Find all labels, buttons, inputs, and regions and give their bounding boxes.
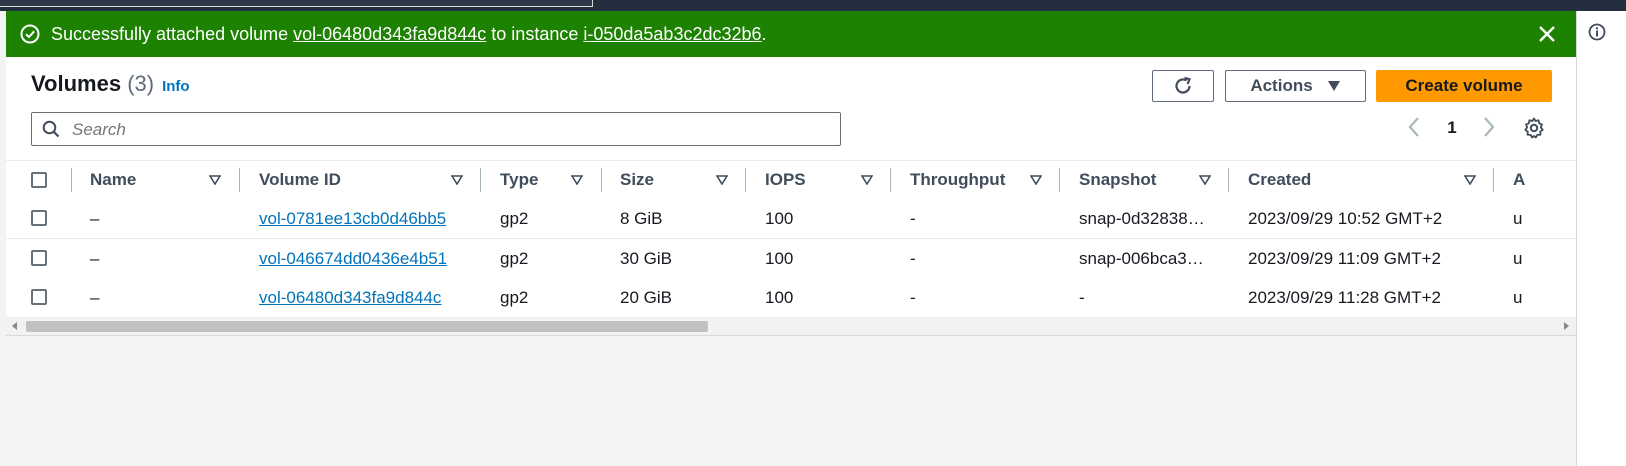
- column-header-type[interactable]: Type: [500, 161, 538, 199]
- column-separator: [239, 168, 240, 192]
- cell-name: –: [90, 209, 100, 228]
- cell-volume-id: vol-06480d343fa9d844c: [259, 278, 441, 317]
- volume-id-link[interactable]: vol-06480d343fa9d844c: [259, 288, 441, 307]
- sort-icon[interactable]: [1464, 175, 1476, 185]
- cell-snapshot: -: [1079, 288, 1085, 307]
- column-header-name[interactable]: Name: [90, 161, 136, 199]
- cell-type: gp2: [500, 209, 529, 228]
- select-all-checkbox[interactable]: [31, 172, 47, 188]
- cell-throughput: -: [910, 288, 916, 307]
- scrollbar-thumb[interactable]: [26, 321, 708, 332]
- page-title: Volumes (3) Info: [31, 71, 190, 97]
- sort-icon[interactable]: [1030, 175, 1042, 185]
- sort-icon[interactable]: [451, 175, 463, 185]
- page-number[interactable]: 1: [1442, 118, 1462, 138]
- caret-down-icon: [1327, 81, 1340, 91]
- volume-id-link[interactable]: vol-0781ee13cb0d46bb5: [259, 209, 446, 228]
- actions-label: Actions: [1250, 76, 1313, 95]
- column-header-iops[interactable]: IOPS: [765, 161, 806, 199]
- flash-message: Successfully attached volume vol-06480d3…: [51, 24, 767, 44]
- cell-iops: 100: [765, 249, 794, 268]
- cell-volume-id: vol-046674dd0436e4b51: [259, 239, 447, 278]
- column-separator: [1059, 168, 1060, 192]
- right-tools-panel: [1576, 11, 1626, 466]
- row-checkbox[interactable]: [31, 250, 47, 266]
- column-header-snapshot[interactable]: Snapshot: [1079, 161, 1156, 199]
- cell-name: –: [90, 288, 100, 307]
- horizontal-scrollbar[interactable]: [6, 318, 1576, 336]
- gear-icon[interactable]: [1522, 116, 1546, 140]
- column-separator: [601, 168, 602, 192]
- volume-count: (3): [127, 71, 155, 96]
- cell-type: gp2: [500, 288, 529, 307]
- chevron-left-icon[interactable]: [1405, 115, 1425, 139]
- scroll-left-arrow-icon[interactable]: [12, 322, 17, 330]
- column-header-size[interactable]: Size: [620, 161, 654, 199]
- column-separator: [1493, 168, 1494, 192]
- table-row[interactable]: – vol-06480d343fa9d844c gp2 20 GiB 100 -…: [6, 278, 1576, 318]
- cell-size: 8 GiB: [620, 209, 663, 228]
- row-checkbox[interactable]: [31, 289, 47, 305]
- column-separator: [480, 168, 481, 192]
- browser-top-strip: [0, 0, 1626, 11]
- cell-size: 30 GiB: [620, 249, 672, 268]
- info-icon[interactable]: [1588, 23, 1606, 41]
- flash-text-prefix: Successfully attached volume: [51, 24, 294, 44]
- title-text: Volumes: [31, 71, 122, 96]
- cell-partial: u: [1513, 249, 1523, 268]
- flash-volume-link[interactable]: vol-06480d343fa9d844c: [293, 24, 486, 44]
- cell-throughput: -: [910, 209, 916, 228]
- cell-created: 2023/09/29 10:52 GMT+2: [1248, 209, 1443, 228]
- cell-iops: 100: [765, 288, 794, 307]
- window-edge: [0, 0, 593, 7]
- table-row[interactable]: – vol-046674dd0436e4b51 gp2 30 GiB 100 -…: [6, 239, 1576, 279]
- sort-icon[interactable]: [209, 175, 221, 185]
- cell-snapshot: snap-0d32838…: [1079, 209, 1205, 228]
- volume-id-link[interactable]: vol-046674dd0436e4b51: [259, 249, 447, 268]
- search-input[interactable]: [70, 116, 824, 144]
- column-header-partial[interactable]: A: [1513, 161, 1525, 199]
- row-checkbox[interactable]: [31, 210, 47, 226]
- cell-iops: 100: [765, 209, 794, 228]
- refresh-icon: [1175, 76, 1191, 94]
- column-separator: [745, 168, 746, 192]
- cell-partial: u: [1513, 288, 1523, 307]
- flash-text-suffix: .: [761, 24, 767, 44]
- actions-button[interactable]: Actions: [1225, 70, 1366, 102]
- cell-snapshot: snap-006bca3…: [1079, 249, 1204, 268]
- search-icon: [42, 120, 60, 138]
- column-separator: [1228, 168, 1229, 192]
- close-icon[interactable]: [1536, 23, 1558, 45]
- column-header-throughput[interactable]: Throughput: [910, 161, 1005, 199]
- cell-name: –: [90, 249, 100, 268]
- cell-partial: u: [1513, 209, 1523, 228]
- flash-text-mid: to instance: [486, 24, 584, 44]
- column-separator: [71, 168, 72, 192]
- info-link[interactable]: Info: [162, 78, 190, 95]
- sort-icon[interactable]: [861, 175, 873, 185]
- column-header-created[interactable]: Created: [1248, 161, 1311, 199]
- sort-icon[interactable]: [1199, 175, 1211, 185]
- cell-type: gp2: [500, 249, 529, 268]
- refresh-button[interactable]: [1152, 70, 1214, 102]
- column-separator: [890, 168, 891, 192]
- table-row[interactable]: – vol-0781ee13cb0d46bb5 gp2 8 GiB 100 - …: [6, 199, 1576, 239]
- success-flash-banner: Successfully attached volume vol-06480d3…: [6, 11, 1576, 57]
- sort-icon[interactable]: [571, 175, 583, 185]
- scroll-right-arrow-icon[interactable]: [1564, 322, 1569, 330]
- table-header-row: Name Volume ID Type Size IOPS Throughput…: [6, 160, 1576, 200]
- details-split-panel: [6, 336, 1576, 466]
- cell-throughput: -: [910, 249, 916, 268]
- sort-icon[interactable]: [716, 175, 728, 185]
- create-volume-button[interactable]: Create volume: [1376, 70, 1552, 102]
- success-check-icon: [20, 24, 40, 44]
- search-box[interactable]: [31, 112, 841, 146]
- column-header-volume-id[interactable]: Volume ID: [259, 161, 341, 199]
- cell-volume-id: vol-0781ee13cb0d46bb5: [259, 199, 446, 238]
- cell-created: 2023/09/29 11:09 GMT+2: [1248, 249, 1441, 268]
- cell-size: 20 GiB: [620, 288, 672, 307]
- flash-instance-link[interactable]: i-050da5ab3c2dc32b6: [583, 24, 761, 44]
- chevron-right-icon[interactable]: [1478, 115, 1498, 139]
- cell-created: 2023/09/29 11:28 GMT+2: [1248, 288, 1441, 307]
